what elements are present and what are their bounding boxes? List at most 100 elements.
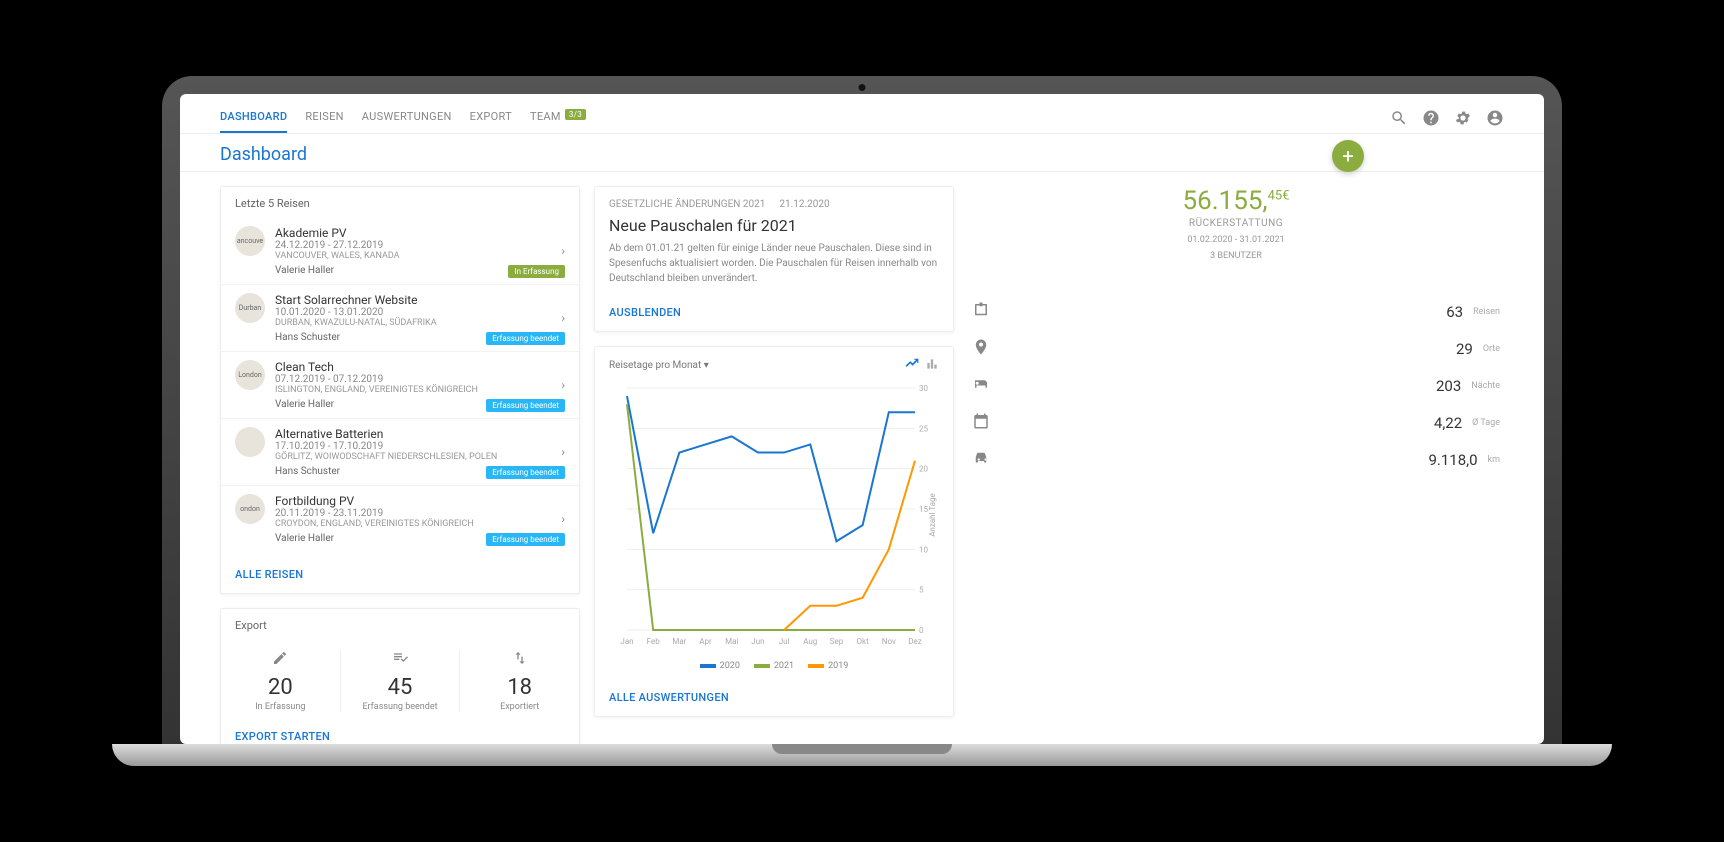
svg-text:25: 25 (919, 424, 928, 433)
chevron-right-icon: › (561, 244, 565, 258)
export-item-exportiert[interactable]: 18 Exportiert (460, 650, 579, 712)
stat-value: 9.118,0 (1428, 451, 1477, 469)
pin-icon (972, 338, 990, 359)
trip-dates: 20.11.2019 - 23.11.2019 (275, 508, 551, 519)
tab-auswertungen[interactable]: AUSWERTUNGEN (362, 102, 452, 133)
chevron-right-icon: › (561, 512, 565, 526)
export-card-title: Export (221, 609, 579, 636)
trip-row[interactable]: Alternative Batterien 17.10.2019 - 17.10… (221, 418, 579, 485)
stat-unit: Ø Tage (1472, 418, 1500, 428)
chart-title[interactable]: Reisetage pro Monat ▾ (609, 360, 709, 371)
trip-location: ISLINGTON, ENGLAND, VEREINIGTES KÖNIGREI… (275, 385, 551, 395)
stat-unit: Nächte (1471, 381, 1500, 391)
legend-item[interactable]: 2019 (808, 661, 848, 671)
settings-icon[interactable] (1454, 109, 1472, 127)
summary-period: 01.02.2020 - 31.01.2021 (968, 235, 1504, 245)
page-title: Dashboard (220, 144, 307, 165)
trip-row[interactable]: Durban Start Solarrechner Website 10.01.… (221, 284, 579, 351)
trip-title: Fortbildung PV (275, 494, 551, 508)
svg-text:Apr: Apr (699, 637, 712, 646)
tab-dashboard[interactable]: DASHBOARD (220, 102, 287, 133)
trips-card-title: Letzte 5 Reisen (221, 187, 579, 214)
legend-item[interactable]: 2021 (754, 661, 794, 671)
help-icon[interactable] (1422, 109, 1440, 127)
stat-row: 29 Orte (968, 330, 1504, 367)
trip-dates: 24.12.2019 - 27.12.2019 (275, 240, 551, 251)
line-chart-icon[interactable] (905, 357, 919, 374)
nav-tabs: DASHBOARD REISEN AUSWERTUNGEN EXPORT TEA… (220, 102, 586, 133)
export-start-link[interactable]: EXPORT STARTEN (221, 718, 579, 744)
page-header: Dashboard + (180, 134, 1544, 172)
svg-text:Feb: Feb (647, 637, 661, 646)
all-trips-link[interactable]: ALLE REISEN (221, 556, 579, 593)
svg-text:Mai: Mai (725, 637, 738, 646)
svg-text:20: 20 (919, 465, 928, 474)
svg-text:Okt: Okt (857, 637, 870, 646)
chart-area: 051015202530Anzahl TageJanFebMarAprMaiJu… (595, 374, 953, 657)
bar-chart-icon[interactable] (925, 357, 939, 374)
news-category: GESETZLICHE ÄNDERUNGEN 2021 (609, 199, 765, 210)
stat-row: 203 Nächte (968, 367, 1504, 404)
news-title: Neue Pauschalen für 2021 (595, 212, 953, 241)
trip-status-badge: Erfassung beendet (486, 399, 565, 412)
trip-title: Clean Tech (275, 360, 551, 374)
trip-avatar: ancouve (235, 226, 265, 256)
svg-text:30: 30 (919, 384, 928, 393)
add-button[interactable]: + (1332, 140, 1364, 172)
svg-text:Aug: Aug (803, 637, 817, 646)
summary-users: 3 BENUTZER (968, 251, 1504, 261)
trips-card: Letzte 5 Reisen ancouve Akademie PV 24.1… (220, 186, 580, 594)
trip-location: VANCOUVER, WALES, KANADA (275, 251, 551, 261)
news-hide-link[interactable]: AUSBLENDEN (595, 294, 953, 331)
camera-dot (859, 84, 866, 91)
chart-legend: 2020 2021 2019 (595, 657, 953, 679)
stat-row: 63 Reisen (968, 293, 1504, 330)
refund-amount: 56.155,45€ (968, 186, 1504, 216)
trip-row[interactable]: ondon Fortbildung PV 20.11.2019 - 23.11.… (221, 485, 579, 552)
svg-text:Jul: Jul (779, 637, 790, 646)
trip-status-badge: Erfassung beendet (486, 466, 565, 479)
trip-row[interactable]: London Clean Tech 07.12.2019 - 07.12.201… (221, 351, 579, 418)
svg-text:Jan: Jan (620, 637, 633, 646)
legend-item[interactable]: 2020 (700, 661, 740, 671)
stat-value: 63 (1446, 303, 1463, 321)
checklist-icon (341, 650, 460, 669)
svg-text:Mar: Mar (672, 637, 686, 646)
svg-text:Anzahl Tage: Anzahl Tage (928, 493, 937, 537)
laptop-base (112, 744, 1612, 766)
stat-value: 4,22 (1434, 414, 1462, 432)
trip-dates: 10.01.2020 - 13.01.2020 (275, 307, 551, 318)
trip-row[interactable]: ancouve Akademie PV 24.12.2019 - 27.12.2… (221, 218, 579, 284)
export-item-in-erfassung[interactable]: 20 In Erfassung (221, 650, 341, 712)
account-icon[interactable] (1486, 109, 1504, 127)
svg-text:0: 0 (919, 626, 924, 635)
stat-value: 29 (1456, 340, 1473, 358)
stat-unit: km (1488, 455, 1500, 465)
svg-text:Nov: Nov (882, 637, 896, 646)
trip-status-badge: Erfassung beendet (486, 332, 565, 345)
export-item-beendet[interactable]: 45 Erfassung beendet (341, 650, 461, 712)
search-icon[interactable] (1390, 109, 1408, 127)
trip-status-badge: In Erfassung (508, 265, 565, 278)
trip-title: Alternative Batterien (275, 427, 551, 441)
summary-panel: 56.155,45€ RÜCKERSTATTUNG 01.02.2020 - 3… (968, 186, 1504, 271)
stats-list: 63 Reisen 29 Orte 203 Nächte 4,22 Ø Tage… (968, 293, 1504, 478)
svg-text:Dez: Dez (908, 637, 921, 646)
trip-avatar (235, 427, 265, 457)
briefcase-icon (972, 301, 990, 322)
svg-text:10: 10 (919, 545, 928, 554)
trip-title: Akademie PV (275, 226, 551, 240)
all-evaluations-link[interactable]: ALLE AUSWERTUNGEN (595, 679, 953, 716)
stat-row: 9.118,0 km (968, 441, 1504, 478)
trip-dates: 17.10.2019 - 17.10.2019 (275, 441, 551, 452)
trip-avatar: Durban (235, 293, 265, 323)
stat-unit: Orte (1483, 344, 1500, 354)
chevron-right-icon: › (561, 445, 565, 459)
tab-reisen[interactable]: REISEN (305, 102, 343, 133)
tab-team[interactable]: TEAM3/3 (530, 102, 586, 133)
news-date: 21.12.2020 (779, 199, 829, 210)
tab-export[interactable]: EXPORT (470, 102, 512, 133)
stat-row: 4,22 Ø Tage (968, 404, 1504, 441)
stat-value: 203 (1436, 377, 1461, 395)
trip-location: CROYDON, ENGLAND, VEREINIGTES KÖNIGREICH (275, 519, 551, 529)
